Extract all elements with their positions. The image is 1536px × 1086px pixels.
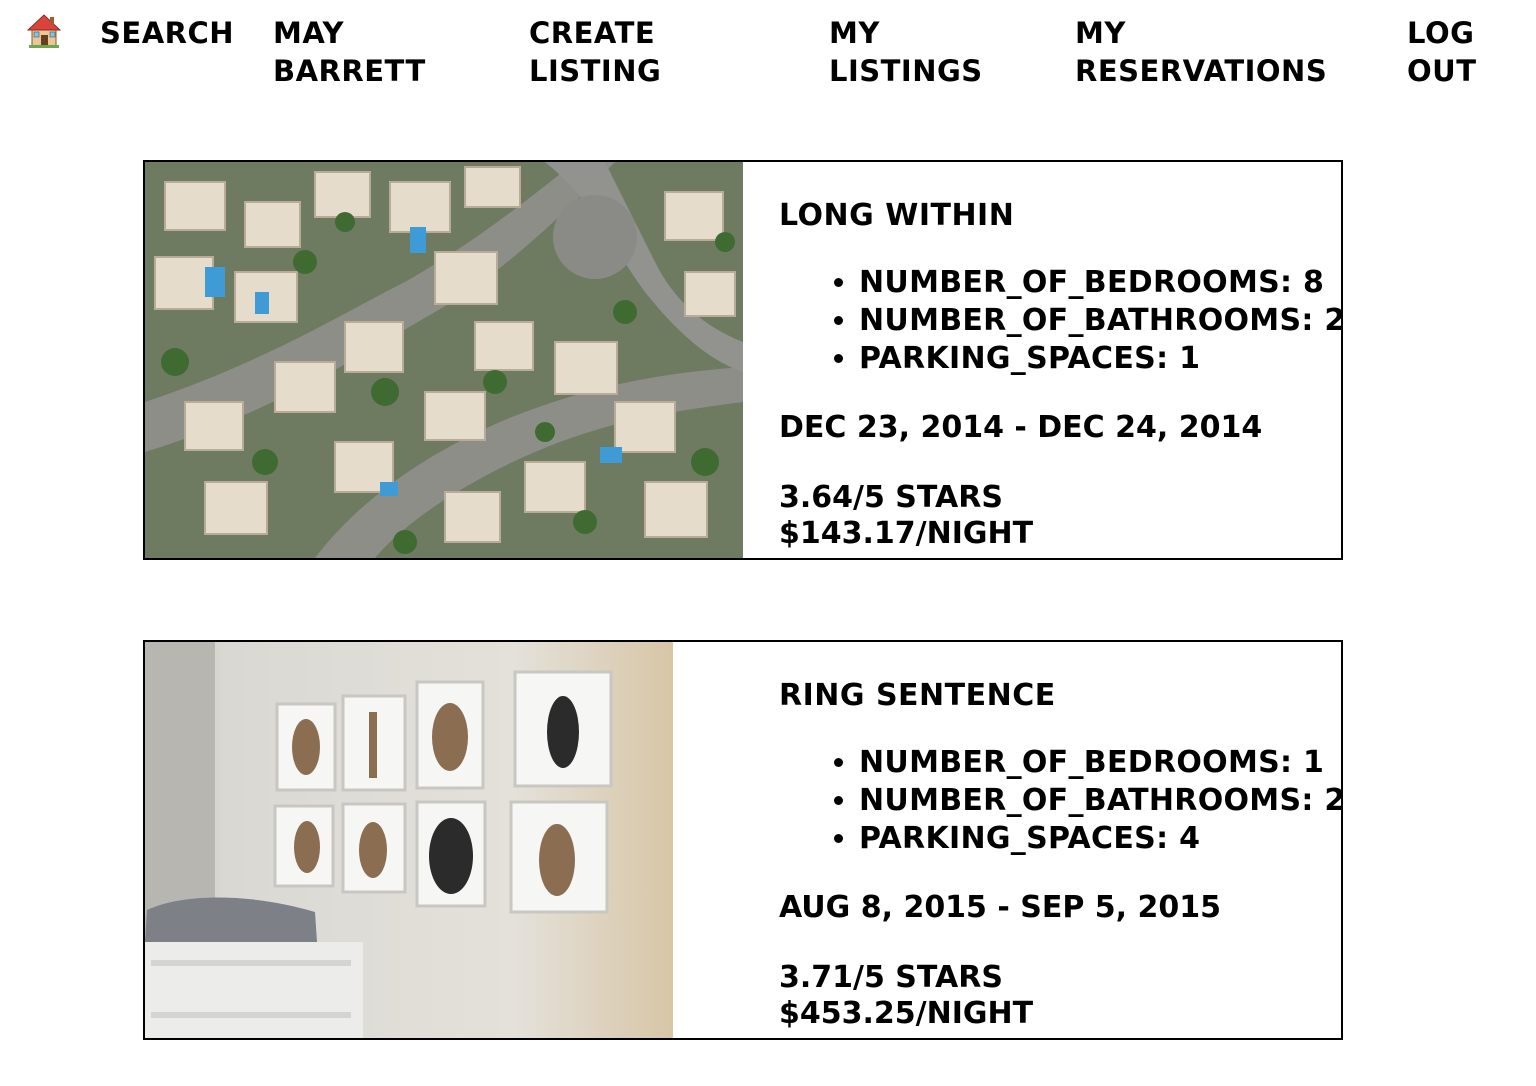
reservation-card[interactable]: Ring sentence number_of_bedrooms: 1 numb… (143, 640, 1343, 1040)
reservation-dates: Aug 8, 2015 - Sep 5, 2015 (779, 890, 1222, 925)
nav-user-link[interactable]: May Barrett (273, 14, 426, 90)
spec-parking: parking_spaces: 1 (859, 340, 1341, 378)
spec-parking: parking_spaces: 4 (859, 820, 1341, 858)
listing-specs: number_of_bedrooms: 1 number_of_bathroom… (859, 744, 1341, 858)
top-nav: Search May Barrett Create Listing My Lis… (0, 0, 1536, 100)
nav-search-link[interactable]: Search (100, 14, 234, 52)
listing-photo (145, 162, 743, 558)
reservation-details: Ring sentence number_of_bedrooms: 1 numb… (779, 678, 1341, 1032)
listing-photo (145, 642, 673, 1038)
listing-rating: 3.71/5 stars (779, 960, 1003, 995)
listing-price: $143.17/night (779, 516, 1034, 551)
listing-specs: number_of_bedrooms: 8 number_of_bathroom… (859, 264, 1341, 378)
reservation-dates: Dec 23, 2014 - Dec 24, 2014 (779, 410, 1263, 445)
listing-rating: 3.64/5 stars (779, 480, 1003, 515)
spec-bathrooms: number_of_bathrooms: 2 (859, 302, 1341, 340)
spec-bedrooms: number_of_bedrooms: 8 (859, 264, 1341, 302)
listing-price: $453.25/night (779, 996, 1034, 1031)
nav-log-out-link[interactable]: Log Out (1407, 14, 1476, 90)
listing-title[interactable]: Long within (779, 198, 1341, 234)
spec-bathrooms: number_of_bathrooms: 2 (859, 782, 1341, 820)
house-icon[interactable] (27, 12, 61, 48)
reservation-card[interactable]: Long within number_of_bedrooms: 8 number… (143, 160, 1343, 560)
reservation-details: Long within number_of_bedrooms: 8 number… (779, 198, 1341, 552)
nav-my-reservations-link[interactable]: My Reservations (1075, 14, 1327, 90)
nav-create-listing-link[interactable]: Create Listing (529, 14, 661, 90)
nav-my-listings-link[interactable]: My Listings (829, 14, 983, 90)
spec-bedrooms: number_of_bedrooms: 1 (859, 744, 1341, 782)
listing-title[interactable]: Ring sentence (779, 678, 1341, 714)
